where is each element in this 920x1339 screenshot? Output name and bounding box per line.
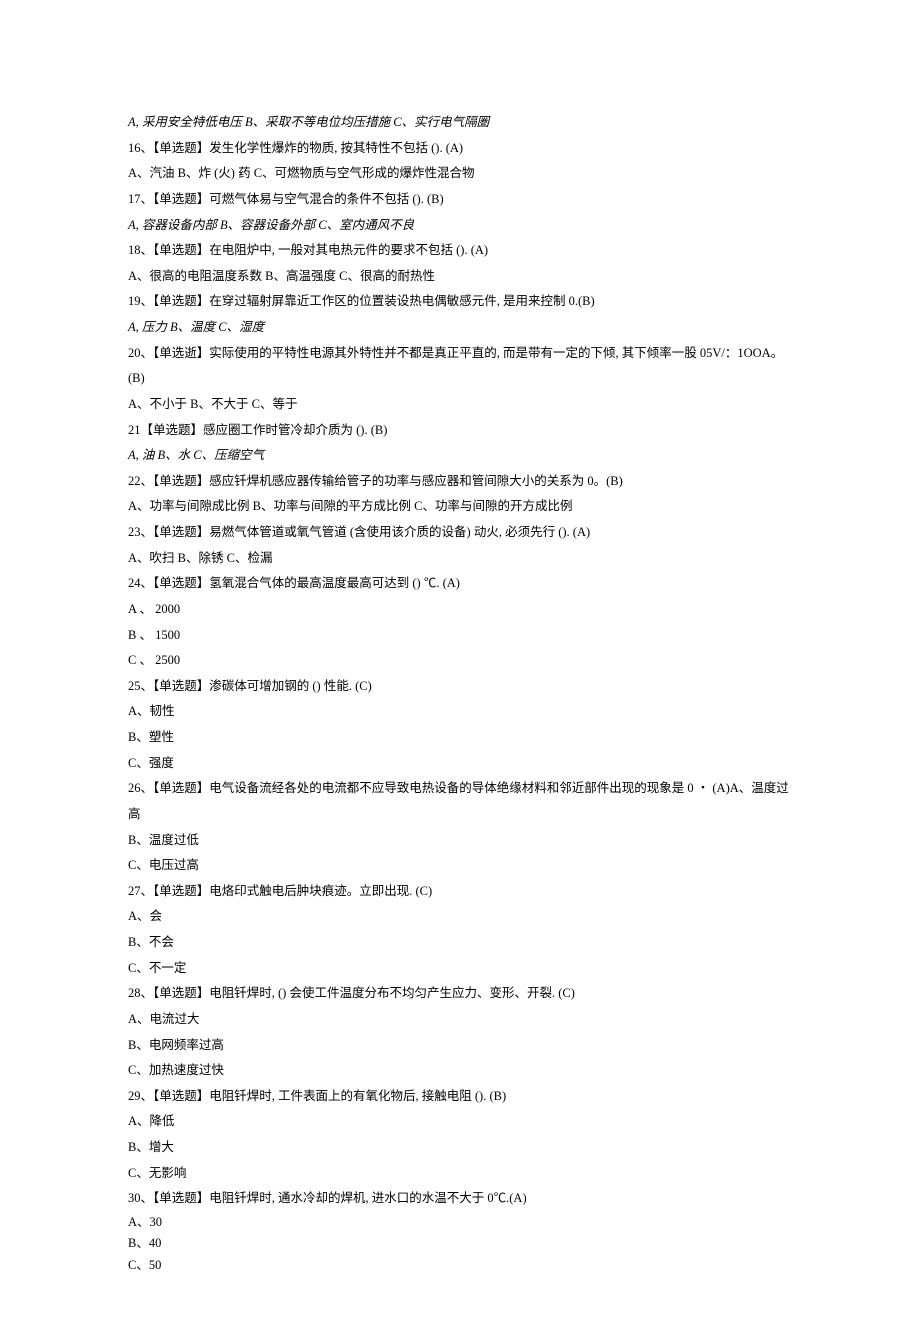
- text-line: 20、【单选逝】实际使用的平特性电源其外特性并不都是真正平直的, 而是带有一定的…: [128, 341, 792, 367]
- text-line: 27、【单选题】电烙印式触电后肿块痕迹。立即出现. (C): [128, 879, 792, 905]
- text-line: B、电网频率过高: [128, 1033, 792, 1059]
- text-line: B、增大: [128, 1135, 792, 1161]
- text-line: 17、【单选题】可燃气体易与空气混合的条件不包括 (). (B): [128, 187, 792, 213]
- text-line: A、会: [128, 904, 792, 930]
- text-line: C、50: [128, 1253, 792, 1279]
- text-line: A、吹扫 B、除锈 C、检漏: [128, 546, 792, 572]
- text-line: A, 压力 B、温度 C、湿度: [128, 315, 792, 341]
- text-line: 30、【单选题】电阻钎焊时, 通水冷却的焊机, 进水口的水温不大于 0℃.(A): [128, 1186, 792, 1212]
- text-line: 28、【单选题】电阻钎焊时, () 会使工件温度分布不均匀产生应力、变形、开裂.…: [128, 981, 792, 1007]
- text-line: B、温度过低: [128, 828, 792, 854]
- text-line: B、塑性: [128, 725, 792, 751]
- text-line: A, 油 B、水 C、压缩空气: [128, 443, 792, 469]
- text-line: A 、 2000: [128, 597, 792, 623]
- text-line: C、加热速度过快: [128, 1058, 792, 1084]
- text-line: A、功率与间隙成比例 B、功率与间隙的平方成比例 C、功率与间隙的开方成比例: [128, 494, 792, 520]
- text-line: 18、【单选题】在电阻炉中, 一般对其电热元件的要求不包括 (). (A): [128, 238, 792, 264]
- text-line: 16、【单选题】发生化学性爆炸的物质, 按其特性不包括 (). (A): [128, 136, 792, 162]
- text-line: A、很高的电阻温度系数 B、高温强度 C、很高的耐热性: [128, 264, 792, 290]
- text-line: A, 采用安全特低电压 B、采取不等电位均压措施 C、实行电气隔圏: [128, 110, 792, 136]
- text-line: 29、【单选题】电阻钎焊时, 工件表面上的有氧化物后, 接触电阻 (). (B): [128, 1084, 792, 1110]
- text-line: (B): [128, 366, 792, 392]
- text-line: A、汽油 B、炸 (火) 药 C、可燃物质与空气形成的爆炸性混合物: [128, 161, 792, 187]
- text-line: A、降低: [128, 1109, 792, 1135]
- text-line: 19、【单选题】在穿过辐射屏靠近工作区的位置装设热电偶敏感元件, 是用来控制 0…: [128, 289, 792, 315]
- text-line: A、30: [128, 1212, 792, 1233]
- text-line: 24、【单选题】氢氧混合气体的最高温度最高可达到 () ℃. (A): [128, 571, 792, 597]
- text-line: C 、 2500: [128, 648, 792, 674]
- text-line: B 、 1500: [128, 623, 792, 649]
- text-line: 25、【单选题】渗碳体可增加钢的 () 性能. (C): [128, 674, 792, 700]
- text-line: B、40: [128, 1233, 792, 1254]
- text-line: A、不小于 B、不大于 C、等于: [128, 392, 792, 418]
- text-line: A、电流过大: [128, 1007, 792, 1033]
- text-line: 26、【单选题】电气设备流经各处的电流都不应导致电热设备的导体绝缘材料和邻近部件…: [128, 776, 792, 827]
- text-line: 21【单选题】感应圈工作时管冷却介质为 (). (B): [128, 418, 792, 444]
- text-line: A, 容器设备内部 B、容器设备外部 C、室内通风不良: [128, 213, 792, 239]
- text-line: B、不会: [128, 930, 792, 956]
- text-line: C、无影响: [128, 1161, 792, 1187]
- text-line: C、不一定: [128, 956, 792, 982]
- text-line: C、强度: [128, 751, 792, 777]
- text-line: C、电压过高: [128, 853, 792, 879]
- text-line: A、韧性: [128, 699, 792, 725]
- text-line: 22、【单选题】感应钎焊机感应器传输给管子的功率与感应器和管间隙大小的关系为 0…: [128, 469, 792, 495]
- text-line: 23、【单选题】易燃气体管道或氧气管道 (含使用该介质的设备) 动火, 必须先行…: [128, 520, 792, 546]
